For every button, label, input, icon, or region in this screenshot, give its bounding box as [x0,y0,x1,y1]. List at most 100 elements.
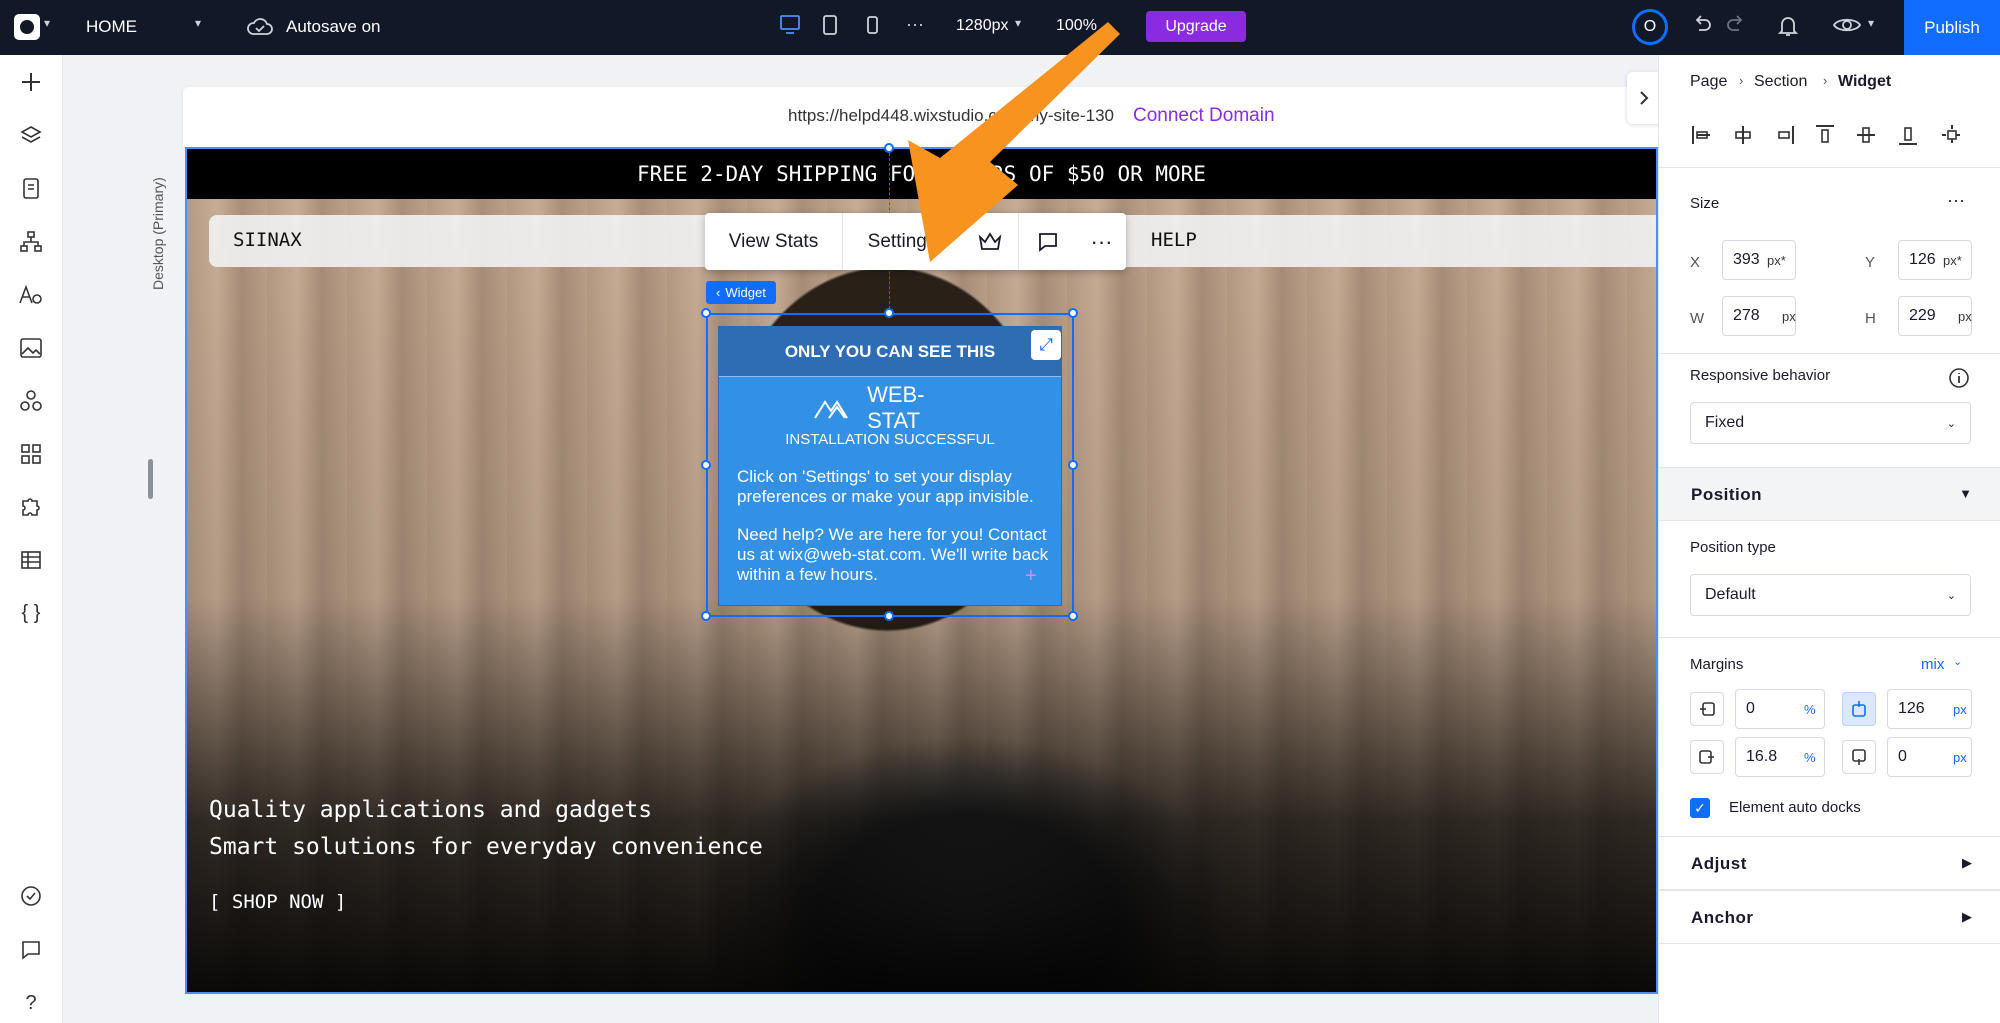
desktop-view-icon[interactable] [778,14,802,36]
components-icon[interactable] [16,386,46,416]
nav-help-link[interactable]: HELP [1151,229,1197,251]
mountain-logo-icon [814,400,848,419]
studio-logo-icon[interactable] [14,14,40,40]
help-question-icon[interactable]: ? [16,988,46,1018]
settings-button[interactable]: Settings [843,213,961,270]
auto-docks-checkbox[interactable]: ✓ [1690,798,1710,818]
size-more-icon[interactable]: ··· [1947,190,1965,211]
align-center-h-icon[interactable] [1731,123,1755,147]
resize-handle-bl[interactable] [701,611,711,621]
app-market-puzzle-icon[interactable] [16,492,46,522]
resize-handle-tl[interactable] [701,308,711,318]
adjust-section-header[interactable]: Adjust ▶ [1659,836,2000,890]
cloud-check-icon [246,14,274,38]
caret-right-icon: ▶ [1962,855,1972,870]
preview-chevron-icon[interactable]: ▾ [1868,16,1874,30]
resize-handle-b[interactable] [884,611,894,621]
info-icon[interactable] [1948,367,1970,389]
resize-handle-br[interactable] [1068,611,1078,621]
site-brand[interactable]: SIINAX [233,229,302,251]
breadcrumb-section[interactable]: Section [1754,73,1807,91]
responsive-label: Responsive behavior [1690,367,1831,384]
view-stats-button[interactable]: View Stats [705,213,843,270]
chevron-left-icon: ‹ [716,285,721,300]
typography-icon[interactable] [16,280,46,310]
breadcrumb-page[interactable]: Page [1690,73,1727,91]
margin-right-unit[interactable]: % [1804,750,1816,765]
redo-icon[interactable] [1724,13,1748,37]
site-checklist-icon[interactable] [16,881,46,911]
canvas-scroll-handle[interactable] [148,459,153,499]
align-top-icon[interactable] [1813,123,1837,147]
hero-subheading: Smart solutions for everyday convenience [209,834,763,860]
chevron-down-icon[interactable]: ▾ [44,16,50,30]
align-center-both-icon[interactable] [1940,123,1964,147]
avatar[interactable]: O [1632,9,1668,45]
canvas-width[interactable]: 1280px [956,17,1009,35]
publish-button[interactable]: Publish [1904,0,2000,55]
chevron-down-icon: ⌄ [1946,589,1956,602]
page-dropdown-chevron-icon[interactable]: ▾ [195,16,201,30]
media-image-icon[interactable] [16,333,46,363]
cms-table-icon[interactable] [16,545,46,575]
anchor-section-header[interactable]: Anchor ▶ [1659,890,2000,944]
code-braces-icon[interactable]: { } [16,598,46,628]
more-actions-icon[interactable]: ··· [1077,213,1126,270]
collapse-panel-button[interactable] [1627,72,1661,124]
margin-left-icon[interactable] [1690,692,1724,726]
caret-down-icon: ▼ [1959,486,1972,501]
page-selector[interactable]: HOME [86,17,137,37]
undo-icon[interactable] [1690,13,1714,37]
align-left-icon[interactable] [1690,123,1714,147]
connect-domain-link[interactable]: Connect Domain [1133,105,1275,127]
align-bottom-icon[interactable] [1896,123,1920,147]
plus-cursor-icon: + [1025,565,1037,587]
resize-handle-t[interactable] [884,308,894,318]
notifications-bell-icon[interactable] [1776,13,1800,39]
pages-icon[interactable] [16,174,46,204]
breadcrumb-chevron-icon: › [1823,73,1828,88]
chevron-down-icon[interactable]: ⌄ [1953,655,1962,668]
layers-icon[interactable] [16,121,46,151]
margin-bottom-unit[interactable]: px [1953,750,1967,765]
shop-now-button[interactable]: [ SHOP NOW ] [209,891,346,913]
upgrade-crown-icon[interactable] [961,213,1019,270]
zoom-level[interactable]: 100% [1056,17,1097,35]
position-section-header[interactable]: Position ▼ [1659,467,2000,521]
element-context-toolbar: View Stats Settings ··· [705,213,1126,270]
widget-selection-tag[interactable]: ‹ Widget [706,281,776,304]
resize-handle-tr[interactable] [1068,308,1078,318]
breadcrumb-chevron-icon: › [1739,73,1744,88]
widget-header: ONLY YOU CAN SEE THIS [719,327,1061,377]
more-breakpoints-icon[interactable]: ··· [906,14,924,35]
mobile-view-icon[interactable] [864,14,880,38]
margin-bottom-icon[interactable] [1842,740,1876,774]
align-right-icon[interactable] [1772,123,1796,147]
margin-top-unit[interactable]: px [1953,702,1967,717]
comment-icon[interactable] [1019,213,1077,270]
align-middle-v-icon[interactable] [1854,123,1878,147]
upgrade-button[interactable]: Upgrade [1146,11,1246,42]
w-unit: px [1782,309,1796,324]
tablet-view-icon[interactable] [820,14,840,38]
caret-right-icon: ▶ [1962,909,1972,924]
margins-mode-select[interactable]: mix [1921,656,1944,673]
chevron-right-icon [1640,91,1649,105]
margin-left-unit[interactable]: % [1804,702,1816,717]
preview-eye-icon[interactable] [1832,13,1862,37]
web-stat-widget[interactable]: ONLY YOU CAN SEE THIS WEB-STAT INSTALLAT… [719,327,1061,605]
width-chevron-icon[interactable]: ▾ [1015,16,1021,30]
breadcrumb-widget: Widget [1838,73,1892,90]
margin-right-icon[interactable] [1690,740,1724,774]
margin-top-icon[interactable] [1842,692,1876,726]
resize-handle-r[interactable] [1068,460,1078,470]
top-guide-handle[interactable] [884,143,894,153]
add-elements-icon[interactable] [16,67,46,97]
expand-icon[interactable]: ⤢ [1031,330,1061,360]
resize-handle-l[interactable] [701,460,711,470]
position-type-select[interactable]: Default ⌄ [1690,574,1971,616]
responsive-behavior-select[interactable]: Fixed ⌄ [1690,402,1971,444]
site-structure-icon[interactable] [16,227,46,257]
apps-grid-icon[interactable] [16,439,46,469]
comments-icon[interactable] [16,935,46,965]
